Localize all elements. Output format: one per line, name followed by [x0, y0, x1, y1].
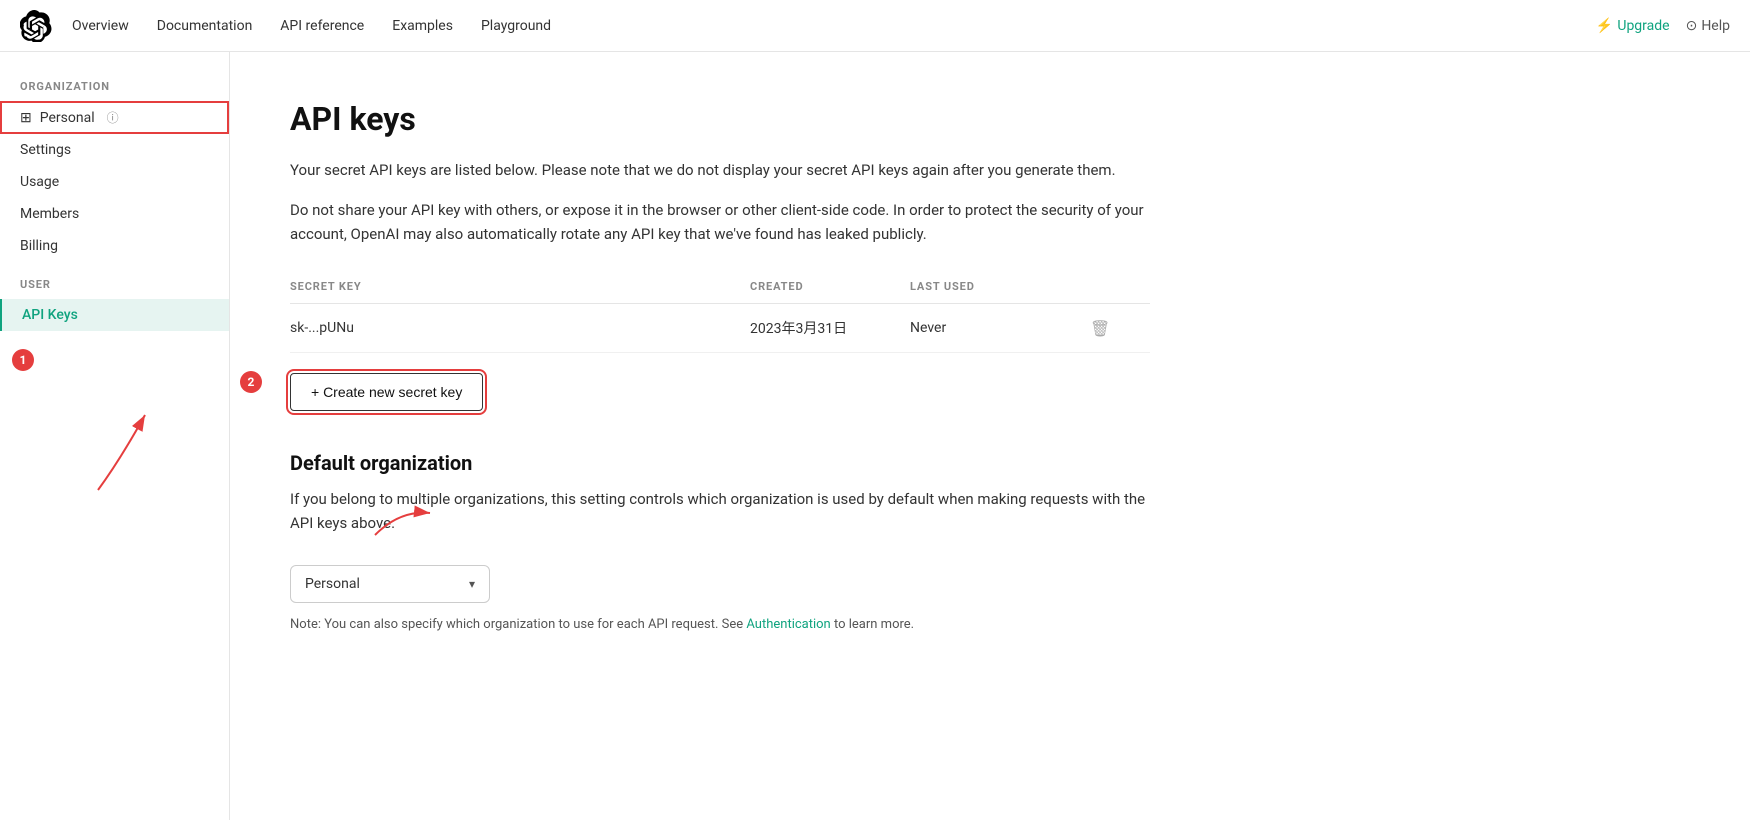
- help-button[interactable]: ⊙ Help: [1686, 18, 1730, 34]
- table-header: SECRET KEY CREATED LAST USED: [290, 270, 1150, 304]
- sidebar-personal-label: Personal: [40, 110, 95, 126]
- openai-logo: [20, 10, 52, 42]
- org-select[interactable]: Personal ▾: [290, 565, 490, 603]
- annotation-circle-1: 1: [12, 349, 34, 371]
- nav-links: Overview Documentation API reference Exa…: [72, 18, 1596, 34]
- col-header-actions: [1090, 280, 1150, 293]
- user-section-label: USER: [0, 278, 229, 291]
- col-header-key: SECRET KEY: [290, 280, 750, 293]
- description-1: Your secret API keys are listed below. P…: [290, 158, 1150, 182]
- sidebar-api-keys-label: API Keys: [22, 307, 78, 323]
- key-value: sk-...pUNu: [290, 320, 750, 336]
- sidebar-members-label: Members: [20, 206, 79, 222]
- sidebar-item-usage[interactable]: Usage: [0, 166, 229, 198]
- table-row: sk-...pUNu 2023年3月31日 Never 🗑: [290, 304, 1150, 353]
- sidebar-item-api-keys[interactable]: API Keys: [0, 299, 229, 331]
- sidebar-billing-label: Billing: [20, 238, 58, 254]
- nav-playground[interactable]: Playground: [481, 18, 551, 34]
- nav-api-reference[interactable]: API reference: [280, 18, 364, 34]
- col-header-created: CREATED: [750, 280, 910, 293]
- grid-icon: ⊞: [20, 110, 32, 126]
- chevron-down-icon: ▾: [469, 577, 475, 591]
- top-navigation: Overview Documentation API reference Exa…: [0, 0, 1750, 52]
- create-btn-wrapper: + Create new secret key 2: [290, 353, 483, 411]
- info-icon: ⓘ: [107, 109, 119, 126]
- delete-action[interactable]: 🗑: [1090, 319, 1150, 338]
- col-header-lastused: LAST USED: [910, 280, 1090, 293]
- note-text-part1: Note: You can also specify which organiz…: [290, 617, 746, 632]
- annotation-circle-2: 2: [240, 371, 262, 393]
- trash-icon[interactable]: 🗑: [1090, 319, 1110, 338]
- upgrade-button[interactable]: ⚡ Upgrade: [1596, 18, 1670, 34]
- page-title: API keys: [290, 100, 1690, 138]
- sidebar-item-members[interactable]: Members: [0, 198, 229, 230]
- sidebar: ORGANIZATION ⊞ Personal ⓘ Settings Usage…: [0, 52, 230, 820]
- create-secret-key-button[interactable]: + Create new secret key: [290, 373, 483, 411]
- lastused-value: Never: [910, 320, 1090, 336]
- description-2: Do not share your API key with others, o…: [290, 198, 1150, 246]
- sidebar-item-billing[interactable]: Billing: [0, 230, 229, 262]
- lightning-icon: ⚡: [1596, 18, 1613, 34]
- help-icon: ⊙: [1686, 18, 1698, 34]
- default-org-title: Default organization: [290, 451, 1690, 475]
- sidebar-settings-label: Settings: [20, 142, 71, 158]
- org-select-value: Personal: [305, 576, 445, 592]
- default-org-desc: If you belong to multiple organizations,…: [290, 487, 1150, 535]
- nav-right: ⚡ Upgrade ⊙ Help: [1596, 18, 1730, 34]
- nav-documentation[interactable]: Documentation: [157, 18, 253, 34]
- created-value: 2023年3月31日: [750, 318, 910, 338]
- note-text: Note: You can also specify which organiz…: [290, 617, 1150, 632]
- main-layout: ORGANIZATION ⊞ Personal ⓘ Settings Usage…: [0, 52, 1750, 820]
- authentication-link[interactable]: Authentication: [746, 617, 830, 632]
- nav-examples[interactable]: Examples: [392, 18, 453, 34]
- sidebar-item-personal[interactable]: ⊞ Personal ⓘ: [0, 101, 229, 134]
- org-section-label: ORGANIZATION: [0, 80, 229, 93]
- nav-overview[interactable]: Overview: [72, 18, 129, 34]
- sidebar-item-settings[interactable]: Settings: [0, 134, 229, 166]
- main-content: API keys Your secret API keys are listed…: [230, 52, 1750, 820]
- sidebar-usage-label: Usage: [20, 174, 59, 190]
- note-text-part2: to learn more.: [831, 617, 914, 632]
